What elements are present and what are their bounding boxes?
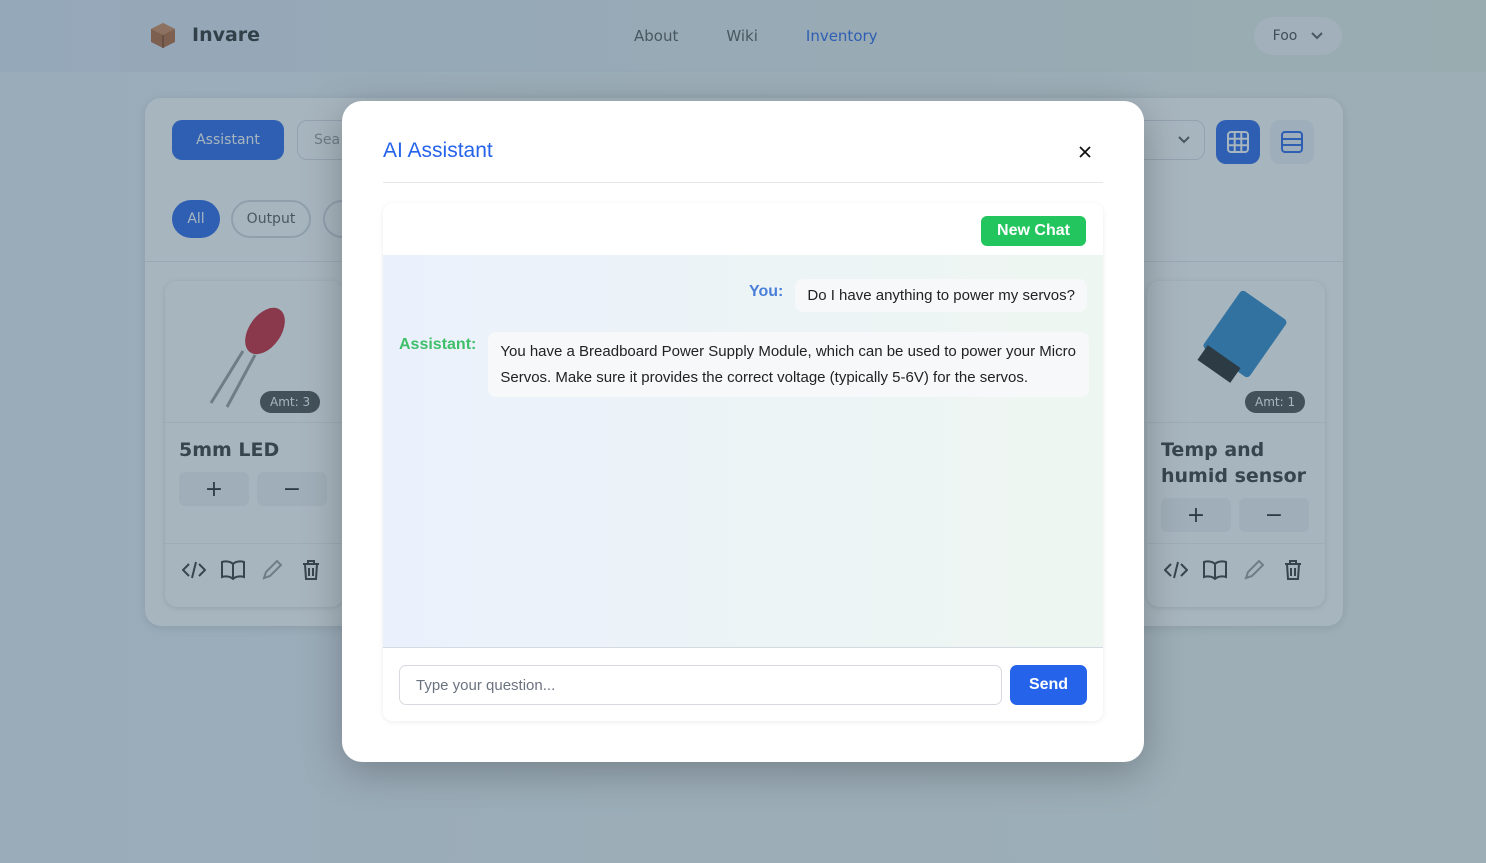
new-chat-button[interactable]: New Chat <box>981 216 1086 246</box>
close-icon <box>1079 146 1091 158</box>
ai-assistant-modal: AI Assistant New Chat You: Do I have any… <box>342 101 1144 762</box>
assistant-message-bubble: You have a Breadboard Power Supply Modul… <box>488 332 1090 397</box>
assistant-message: Assistant: You have a Breadboard Power S… <box>399 332 1090 397</box>
user-message: You: Do I have anything to power my serv… <box>749 279 1087 312</box>
divider <box>383 182 1103 183</box>
question-input[interactable] <box>399 665 1002 705</box>
chat-box: New Chat You: Do I have anything to powe… <box>383 203 1103 721</box>
send-button[interactable]: Send <box>1010 665 1087 705</box>
chat-header: New Chat <box>383 203 1103 255</box>
user-message-bubble: Do I have anything to power my servos? <box>795 279 1087 312</box>
chat-input-row: Send <box>383 648 1103 721</box>
user-label: You: <box>749 283 784 300</box>
close-button[interactable] <box>1074 141 1096 163</box>
assistant-label: Assistant: <box>399 336 477 353</box>
message-list[interactable]: You: Do I have anything to power my serv… <box>383 255 1103 648</box>
modal-title: AI Assistant <box>383 139 493 162</box>
